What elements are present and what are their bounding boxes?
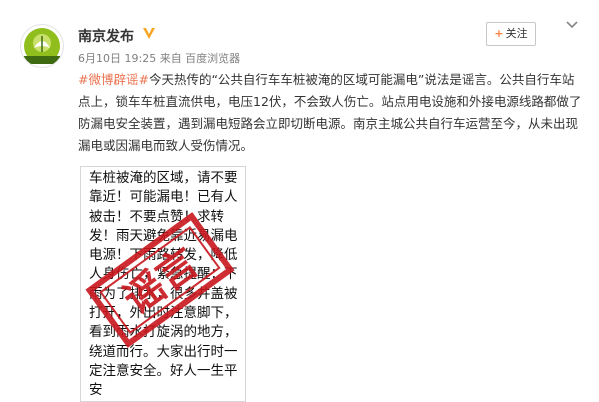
username[interactable]: 南京发布 (78, 26, 134, 46)
rumor-stamp: 谣言 (85, 212, 235, 348)
weibo-post: 南京发布 6月10日 19:25 来自 百度浏览器 + 关注 #微博辟谣#今天热传… (0, 0, 599, 402)
post-text: 今天热传的“公共自行车车桩被淹的区域可能漏电”说法是谣言。公共自行车站点上，锁车… (78, 72, 582, 153)
post-image[interactable]: 车桩被淹的区域，请不要靠近！可能漏电！已有人被击！不要点赞！求转发！雨天避免靠近… (80, 166, 246, 402)
post-meta[interactable]: 6月10日 19:25 来自 百度浏览器 (78, 50, 240, 66)
plus-icon: + (494, 27, 504, 40)
hashtag-link[interactable]: #微博辟谣# (78, 72, 149, 87)
avatar[interactable] (20, 24, 64, 68)
post-body: #微博辟谣#今天热传的“公共自行车车桩被淹的区域可能漏电”说法是谣言。公共自行车… (78, 69, 583, 157)
follow-label: 关注 (505, 27, 528, 40)
verified-v-icon (143, 28, 155, 39)
follow-button[interactable]: + 关注 (486, 22, 536, 46)
chevron-down-icon[interactable] (565, 18, 579, 32)
avatar-band (24, 56, 60, 64)
